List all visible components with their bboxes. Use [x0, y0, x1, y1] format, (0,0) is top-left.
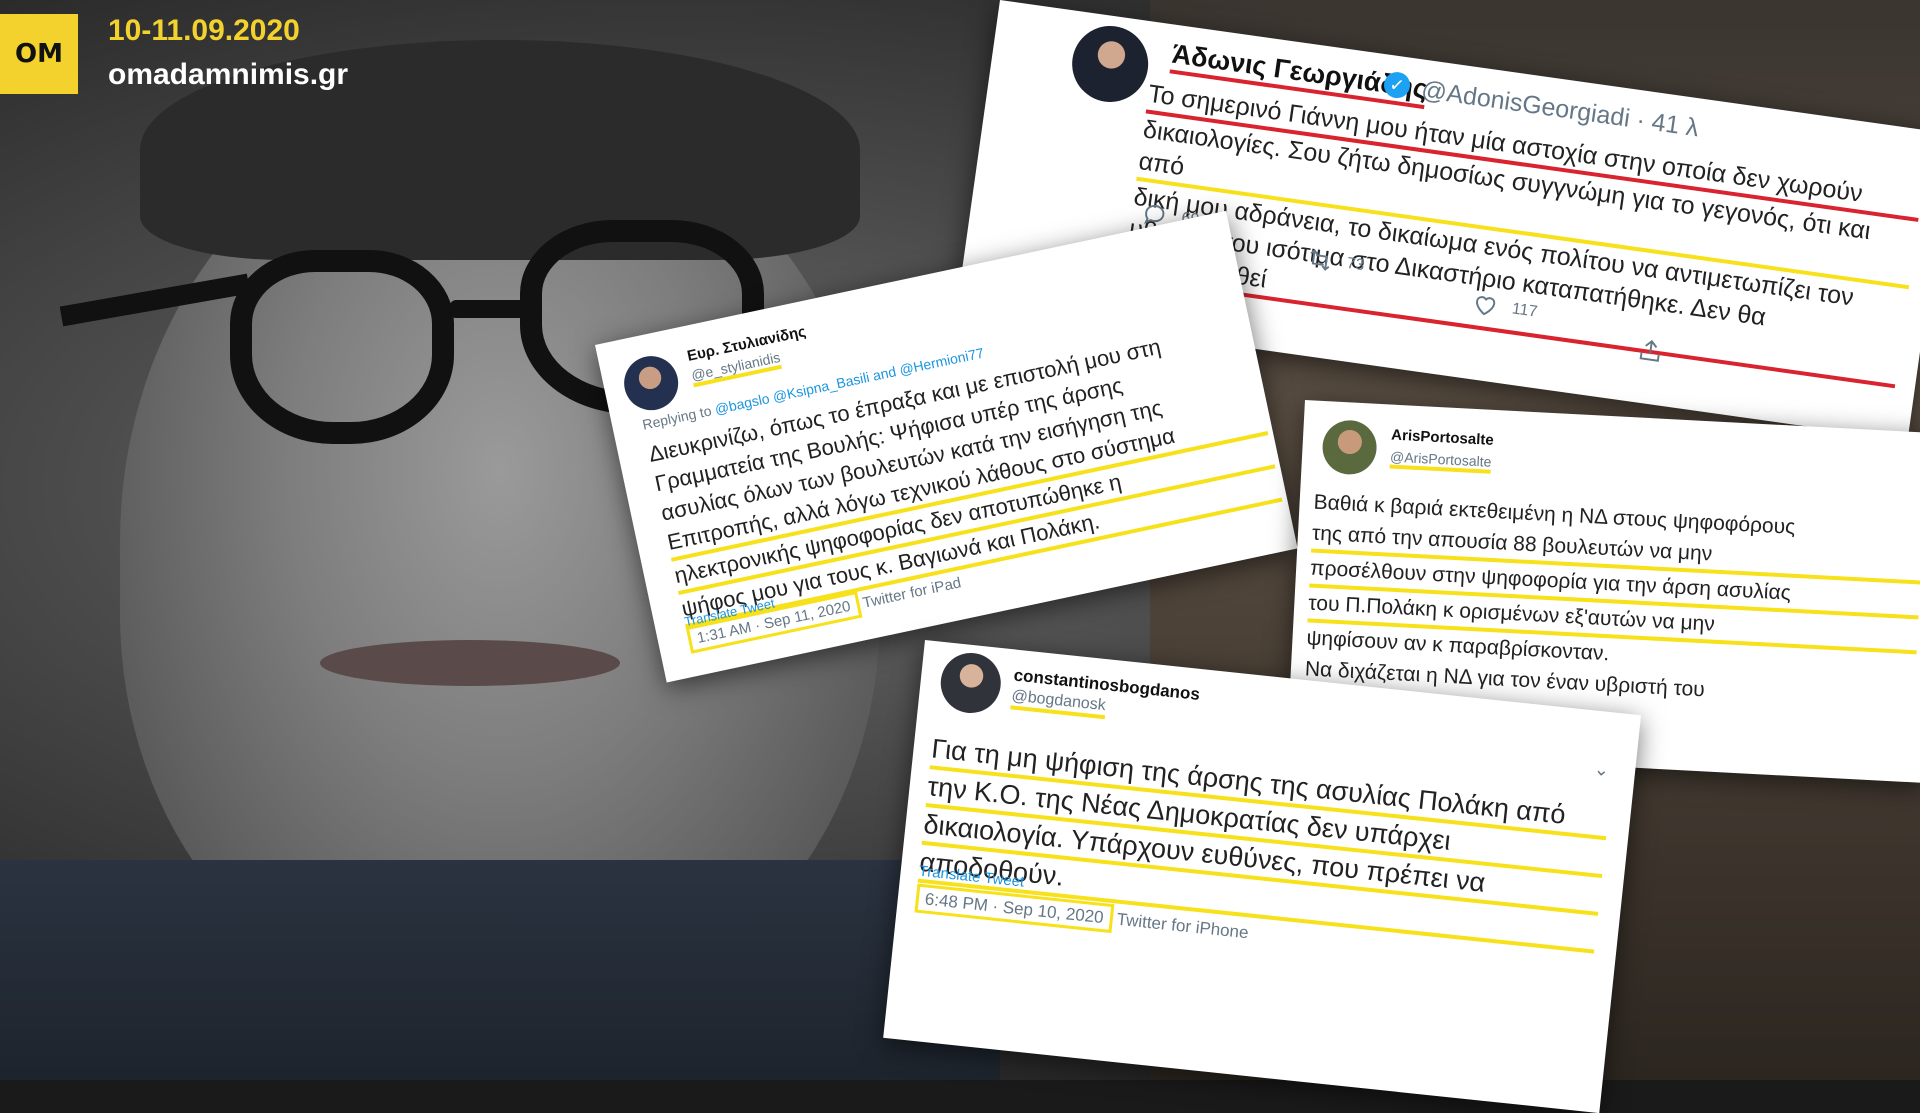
retweet-count: 73 — [1345, 254, 1366, 275]
avatar[interactable] — [1067, 21, 1154, 107]
avatar[interactable] — [1321, 419, 1378, 476]
header-date: 10-11.09.2020 — [108, 14, 300, 47]
share-button[interactable] — [1636, 336, 1665, 365]
avatar[interactable] — [619, 351, 684, 416]
share-icon — [1639, 339, 1660, 362]
portrait-shirt — [0, 860, 1000, 1080]
header-site: omadamnimis.gr — [108, 58, 349, 91]
glasses-bridge — [450, 300, 530, 318]
glasses-left-lens — [230, 250, 454, 444]
chevron-down-icon[interactable]: ⌄ — [1593, 759, 1610, 781]
heart-icon — [1476, 296, 1496, 316]
tweet-card-bogdanos: constantinosbogdanos @bogdanosk ⌄ Για τη… — [883, 640, 1642, 1113]
retweet-icon — [1310, 249, 1330, 271]
like-count: 117 — [1510, 300, 1539, 321]
avatar[interactable] — [937, 650, 1004, 716]
tweet-username[interactable]: ArisPortosalte — [1391, 427, 1494, 449]
tweet-time: · 41 λ — [1634, 105, 1701, 143]
tweet-handle[interactable]: @ArisPortosalte — [1389, 448, 1492, 474]
portrait-mouth — [320, 640, 620, 686]
logo-text: ΟΜ — [15, 39, 63, 69]
site-logo: ΟΜ — [0, 14, 78, 94]
